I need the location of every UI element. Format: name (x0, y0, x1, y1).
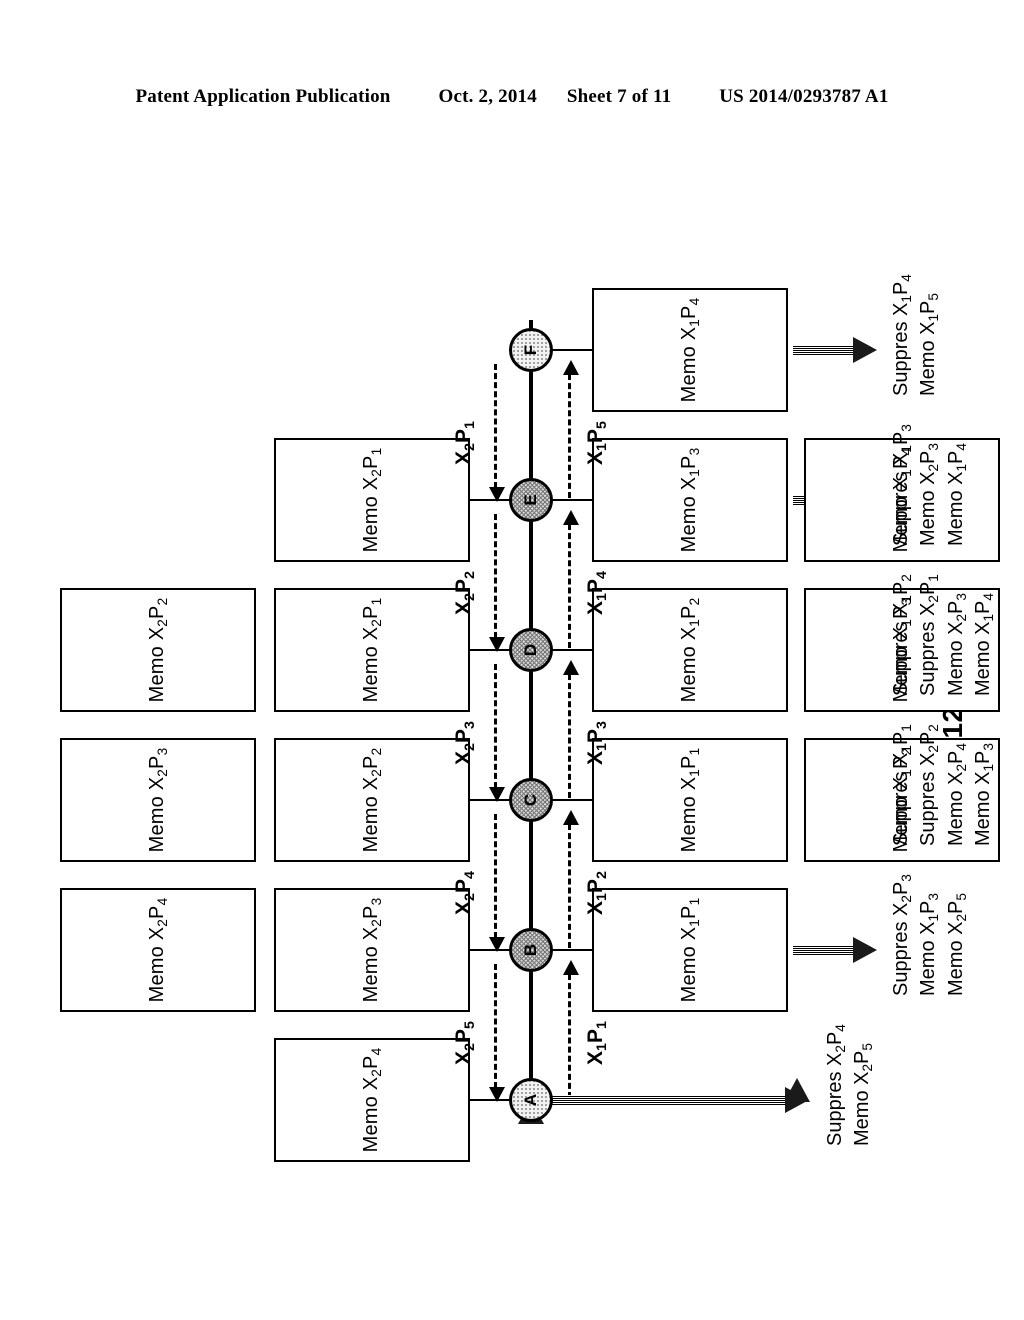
dash-arrow-de-up (494, 514, 497, 638)
node-e[interactable]: E (509, 478, 553, 522)
memo-box-d-upper-far[interactable]: Memo X2P2 (60, 588, 256, 712)
output-text-e-line-2: Memo X1P4 (944, 443, 969, 546)
edge-label-bc-up: X2P4 (452, 871, 478, 915)
node-e-label: E (521, 494, 540, 506)
output-arrow-b-shaft (793, 945, 855, 955)
node-d[interactable]: D (509, 628, 553, 672)
edge-label-cd-down: X1P3 (584, 721, 610, 765)
output-arrow-f-shaft (793, 345, 855, 355)
memo-box-d-upper-near-label: Memo X2P1 (360, 597, 384, 703)
memo-box-e-upper-label: Memo X2P1 (360, 447, 384, 553)
memo-box-c-upper-near-label: Memo X2P2 (360, 747, 384, 853)
output-text-e: Suppres X1P3 Memo X2P3 Memo X1P4 (888, 424, 970, 546)
node-a-label: A (521, 1093, 540, 1107)
dash-arrow-ab-up (494, 964, 497, 1088)
dash-arrow-bc-down (568, 824, 571, 948)
memo-box-d-upper-near[interactable]: Memo X2P1 (274, 588, 470, 712)
memo-box-c-upper-far-label: Memo X2P3 (146, 747, 170, 853)
dash-arrow-ef-up (494, 364, 497, 488)
output-text-e-line-0: Suppres X1P3 (890, 424, 914, 546)
output-text-b-line-0: Suppres X2P3 (890, 874, 914, 996)
dash-arrow-ab-down (568, 974, 571, 1098)
memo-box-b-lower[interactable]: Memo X1P1 (592, 888, 788, 1012)
output-text-a-line-0: Suppres X2P4 (824, 1024, 848, 1146)
memo-box-b-upper-far-label: Memo X2P4 (146, 897, 170, 1003)
output-arrow-a-shaft (537, 1095, 787, 1105)
output-text-f: Suppres X1P4 Memo X1P5 (888, 274, 943, 396)
memo-box-b-upper-near-label: Memo X2P3 (360, 897, 384, 1003)
output-text-f-line-1: Memo X1P5 (917, 293, 942, 396)
edge-label-ab-up: X2P5 (452, 1021, 478, 1065)
memo-box-e-upper[interactable]: Memo X2P1 (274, 438, 470, 562)
diagram-canvas: A B C D E F X2P5 X1P1 X2P4 X1P2 X2P3 X1P… (32, 70, 1000, 1250)
memo-box-d-lower-near[interactable]: Memo X1P2 (592, 588, 788, 712)
output-text-b-line-2: Memo X2P5 (944, 893, 969, 996)
output-text-e-line-1: Memo X2P3 (917, 443, 942, 546)
memo-box-d-upper-far-label: Memo X2P2 (146, 597, 170, 703)
memo-box-f-lower-label: Memo X1P4 (678, 297, 702, 403)
node-f-label: F (521, 344, 540, 356)
output-text-d-line-1: Suppres X2P1 (917, 574, 942, 696)
edge-label-bc-down: X1P2 (584, 871, 610, 915)
output-text-c-line-3: Memo X1P3 (972, 743, 997, 846)
memo-box-d-lower-near-label: Memo X1P2 (678, 597, 702, 703)
dash-arrow-de-down (568, 524, 571, 648)
output-text-a: Suppres X2P4 Memo X2P5 (822, 1024, 877, 1146)
output-text-d: Suppres X1P2 Suppres X2P1 Memo X2P3 Memo… (888, 574, 998, 696)
node-chain-spine (529, 320, 533, 1100)
edge-label-ef-up: X2P1 (452, 421, 478, 465)
output-text-d-line-3: Memo X1P4 (972, 593, 997, 696)
dash-arrow-cd-up (494, 664, 497, 788)
output-text-d-line-2: Memo X2P3 (944, 593, 969, 696)
edge-label-de-up: X2P2 (452, 571, 478, 615)
output-text-d-line-0: Suppres X1P2 (890, 574, 914, 696)
node-d-label: D (521, 643, 540, 657)
memo-box-b-upper-far[interactable]: Memo X2P4 (60, 888, 256, 1012)
dash-arrow-bc-up (494, 814, 497, 938)
node-c-label: C (521, 793, 540, 807)
node-a[interactable]: A (509, 1078, 553, 1122)
output-text-a-line-1: Memo X2P5 (851, 1043, 876, 1146)
output-text-c-line-0: Suppres X1P1 (890, 724, 914, 846)
dash-arrow-ef-down (568, 374, 571, 498)
edge-label-ab-down: X1P1 (584, 1021, 610, 1065)
node-b-label: B (521, 943, 540, 957)
edge-label-ef-down: X1P5 (584, 421, 610, 465)
memo-box-c-upper-near[interactable]: Memo X2P2 (274, 738, 470, 862)
node-c[interactable]: C (509, 778, 553, 822)
edge-label-cd-up: X2P3 (452, 721, 478, 765)
output-text-b-line-1: Memo X1P3 (917, 893, 942, 996)
memo-box-e-lower-near[interactable]: Memo X1P3 (592, 438, 788, 562)
output-text-c-line-2: Memo X2P4 (944, 743, 969, 846)
node-b[interactable]: B (509, 928, 553, 972)
output-text-c: Suppres X1P1 Suppres X2P2 Memo X2P4 Memo… (888, 724, 998, 846)
memo-box-a-upper[interactable]: Memo X2P4 (274, 1038, 470, 1162)
memo-box-b-lower-label: Memo X1P1 (678, 897, 702, 1003)
memo-box-a-upper-label: Memo X2P4 (360, 1047, 384, 1153)
node-f[interactable]: F (509, 328, 553, 372)
memo-box-b-upper-near[interactable]: Memo X2P3 (274, 888, 470, 1012)
figure-area: A B C D E F X2P5 X1P1 X2P4 X1P2 X2P3 X1P… (0, 0, 1024, 1320)
edge-label-de-down: X1P4 (584, 571, 610, 615)
memo-box-f-lower[interactable]: Memo X1P4 (592, 288, 788, 412)
output-text-f-line-0: Suppres X1P4 (890, 274, 914, 396)
dash-arrow-cd-down (568, 674, 571, 798)
output-text-c-line-1: Suppres X2P2 (917, 724, 942, 846)
memo-box-e-lower-near-label: Memo X1P3 (678, 447, 702, 553)
memo-box-c-upper-far[interactable]: Memo X2P3 (60, 738, 256, 862)
output-text-b: Suppres X2P3 Memo X1P3 Memo X2P5 (888, 874, 970, 996)
memo-box-c-lower-near[interactable]: Memo X1P1 (592, 738, 788, 862)
memo-box-c-lower-near-label: Memo X1P1 (678, 747, 702, 853)
